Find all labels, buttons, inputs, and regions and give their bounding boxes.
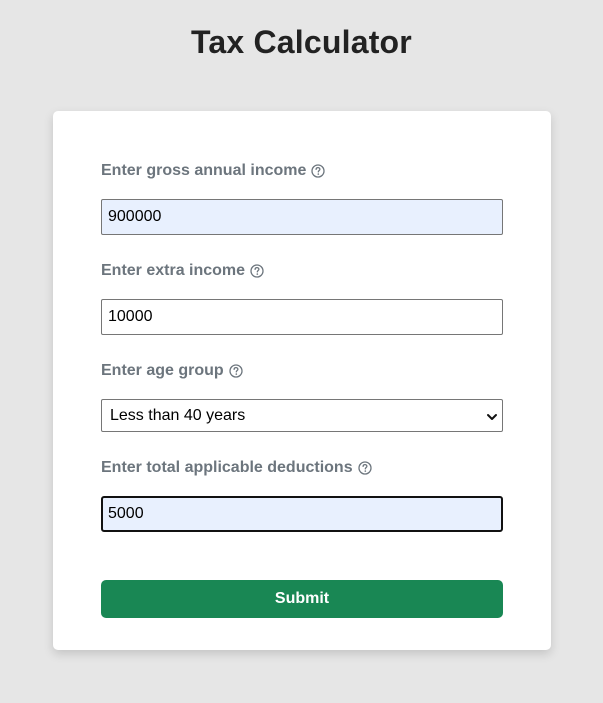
- question-circle-icon[interactable]: [250, 264, 264, 278]
- question-circle-icon[interactable]: [357, 461, 372, 475]
- extra-income-input[interactable]: [101, 299, 503, 335]
- submit-button[interactable]: Submit: [101, 580, 503, 618]
- chevron-down-icon: [486, 410, 498, 422]
- deductions-input[interactable]: [101, 496, 503, 532]
- question-circle-icon[interactable]: [311, 164, 326, 178]
- gross-income-label-text: Enter gross annual income: [101, 162, 307, 179]
- age-group-select[interactable]: Less than 40 years: [101, 399, 503, 432]
- deductions-label: Enter total applicable deductions: [101, 458, 372, 478]
- extra-income-label-text: Enter extra income: [101, 262, 246, 279]
- tax-form-card: Enter gross annual income Enter extra in…: [53, 111, 551, 650]
- age-group-selected-value: Less than 40 years: [110, 407, 246, 424]
- question-circle-icon[interactable]: [229, 364, 243, 378]
- age-group-label-text: Enter age group: [101, 362, 224, 379]
- deductions-label-text: Enter total applicable deductions: [101, 459, 353, 476]
- page-title: Tax Calculator: [191, 24, 412, 60]
- gross-income-label: Enter gross annual income: [101, 161, 326, 181]
- gross-income-input[interactable]: [101, 199, 503, 235]
- age-group-label: Enter age group: [101, 361, 243, 381]
- extra-income-label: Enter extra income: [101, 261, 264, 281]
